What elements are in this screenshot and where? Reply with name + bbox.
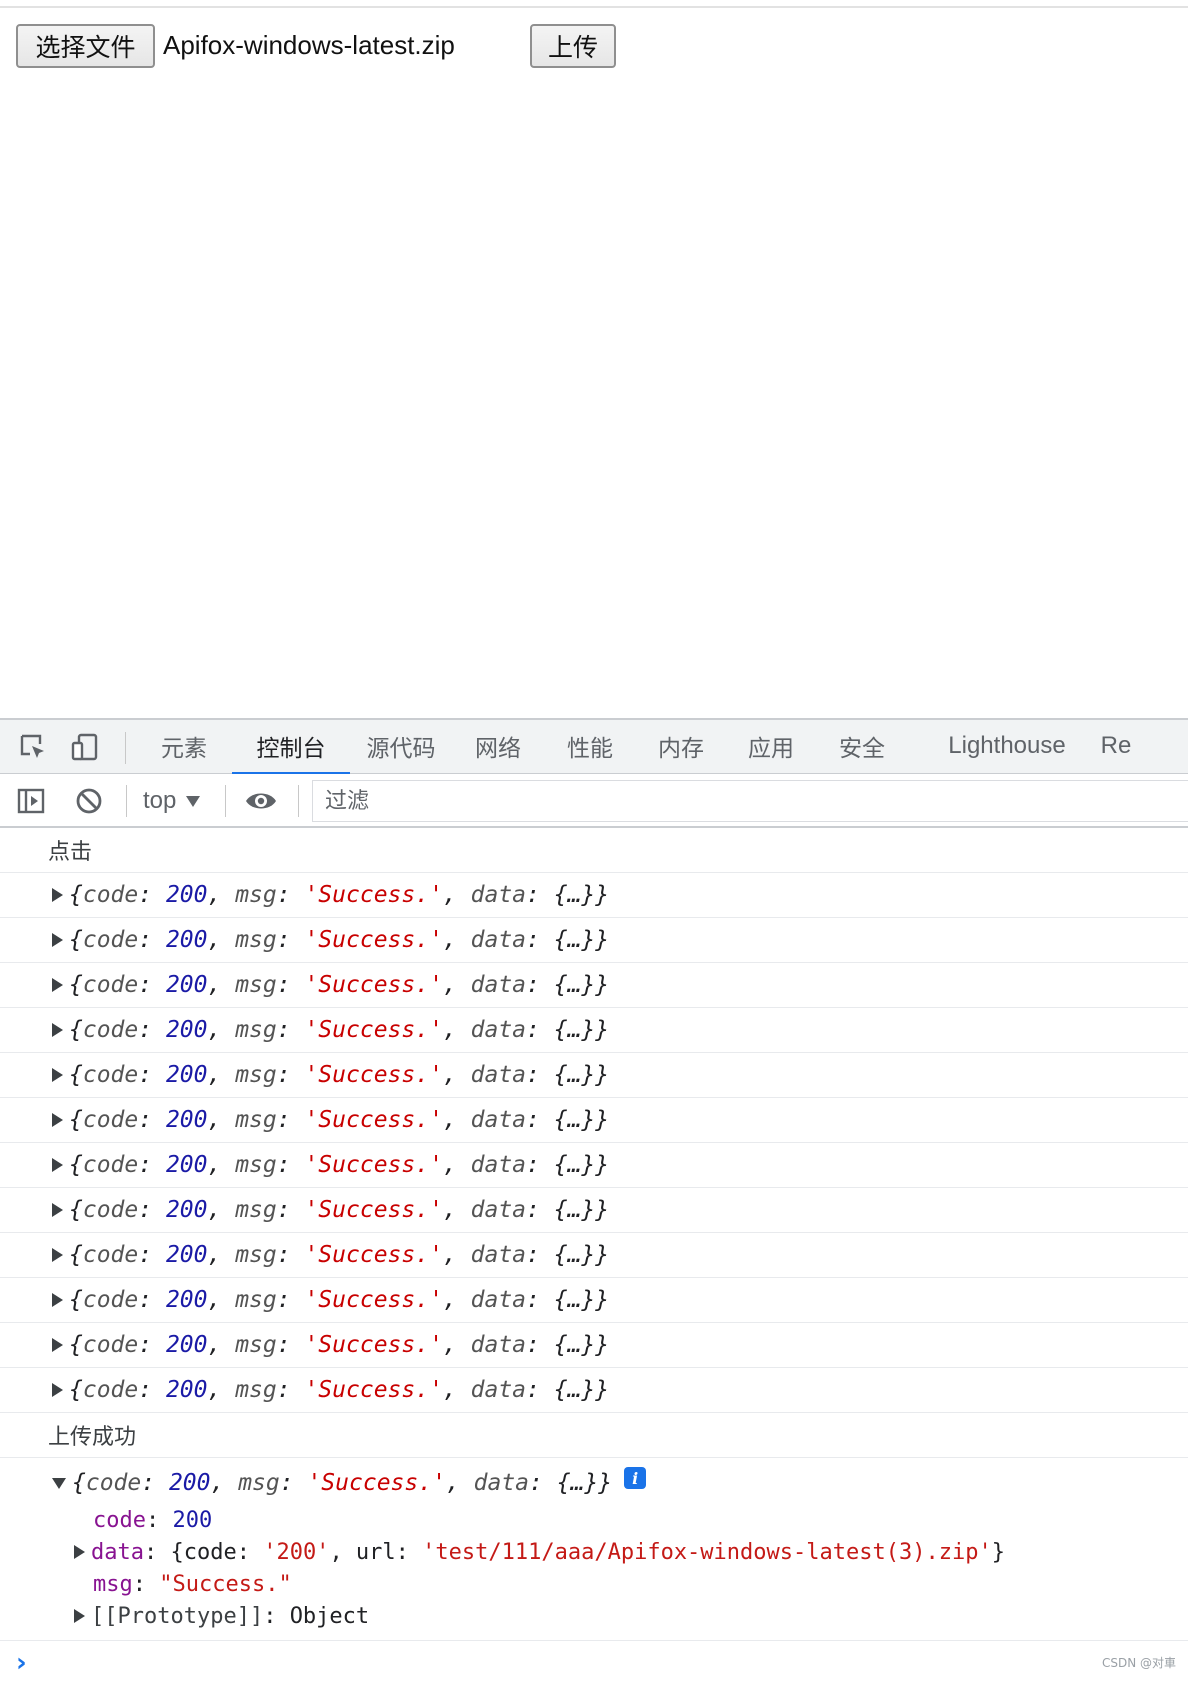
object-preview: {code: 200, msg: 'Success.', data: {…}}: [69, 1107, 610, 1133]
tab-bar-divider: [125, 732, 126, 764]
tab-4[interactable]: 性能: [554, 720, 626, 772]
expand-triangle-icon[interactable]: [52, 888, 63, 902]
web-page: 选择文件 Apifox-windows-latest.zip 上传: [0, 0, 1188, 718]
prompt-chevron-icon: ›: [16, 1648, 27, 1678]
filter-field[interactable]: [312, 780, 1188, 822]
expand-triangle-icon[interactable]: [52, 1383, 63, 1397]
inspect-element-icon[interactable]: [16, 730, 50, 764]
object-summary-row[interactable]: {code: 200, msg: 'Success.', data: {…}} …: [0, 1462, 1188, 1504]
console-object-log[interactable]: {code: 200, msg: 'Success.', data: {…}}: [0, 1008, 1188, 1053]
context-selector[interactable]: top: [143, 786, 201, 816]
object-preview: {code: 200, msg: 'Success.', data: {…}}: [69, 1287, 610, 1313]
expand-triangle-icon[interactable]: [52, 933, 63, 947]
console-prompt[interactable]: ›: [0, 1641, 1188, 1685]
expanded-object-log: {code: 200, msg: 'Success.', data: {…}} …: [0, 1458, 1188, 1641]
console-object-log[interactable]: {code: 200, msg: 'Success.', data: {…}}: [0, 1188, 1188, 1233]
tab-0[interactable]: 元素: [148, 720, 220, 772]
filter-input[interactable]: [323, 787, 1188, 815]
object-preview: {code: 200, msg: 'Success.', data: {…}}: [69, 882, 610, 908]
console-object-log[interactable]: {code: 200, msg: 'Success.', data: {…}}: [0, 1323, 1188, 1368]
console-log-click: 点击: [0, 828, 1188, 873]
console-toolbar: top: [0, 774, 1188, 828]
console-object-log[interactable]: {code: 200, msg: 'Success.', data: {…}}: [0, 1368, 1188, 1413]
expand-triangle-icon[interactable]: [52, 1338, 63, 1352]
object-preview: {code: 200, msg: 'Success.', data: {…}}: [69, 927, 610, 953]
tab-7[interactable]: 安全: [826, 720, 898, 772]
expand-triangle-icon[interactable]: [52, 1203, 63, 1217]
devtools-panel: 元素控制台源代码网络性能内存应用安全 Lighthouse Re top 点击 {c…: [0, 718, 1188, 1679]
expand-triangle-icon[interactable]: [74, 1609, 85, 1623]
object-preview: {code: 200, msg: 'Success.', data: {…}}: [72, 1470, 613, 1496]
object-preview: {code: 200, msg: 'Success.', data: {…}}: [69, 1197, 610, 1223]
console-log-success: 上传成功: [0, 1413, 1188, 1458]
object-preview: {code: 200, msg: 'Success.', data: {…}}: [69, 1332, 610, 1358]
prop-data[interactable]: data: {code: '200', url: 'test/111/aaa/A…: [0, 1536, 1188, 1568]
console-object-log[interactable]: {code: 200, msg: 'Success.', data: {…}}: [0, 873, 1188, 918]
context-selector-value: top: [143, 787, 177, 814]
object-preview: {code: 200, msg: 'Success.', data: {…}}: [69, 972, 610, 998]
expand-triangle-icon[interactable]: [52, 1113, 63, 1127]
tab-3[interactable]: 网络: [462, 720, 534, 772]
expand-triangle-icon[interactable]: [52, 1248, 63, 1262]
expand-triangle-icon[interactable]: [52, 1477, 66, 1489]
object-preview: {code: 200, msg: 'Success.', data: {…}}: [69, 1017, 610, 1043]
live-expression-eye-icon[interactable]: [244, 784, 278, 818]
console-object-log[interactable]: {code: 200, msg: 'Success.', data: {…}}: [0, 963, 1188, 1008]
tab-6[interactable]: 应用: [735, 720, 807, 772]
expand-triangle-icon[interactable]: [52, 1293, 63, 1307]
prop-code: code: 200: [93, 1507, 213, 1533]
tab-1[interactable]: 控制台: [232, 720, 350, 775]
tab-2[interactable]: 源代码: [354, 720, 448, 772]
upload-button[interactable]: 上传: [530, 24, 616, 68]
console-output: 点击 {code: 200, msg: 'Success.', data: {……: [0, 828, 1188, 1685]
expand-triangle-icon[interactable]: [74, 1545, 85, 1559]
devtools-tab-bar: 元素 控制台 源代码 网络 性能 内存 应用 安全 Lighthouse Re: [0, 718, 1188, 775]
expand-triangle-icon[interactable]: [52, 1023, 63, 1037]
console-object-log[interactable]: {code: 200, msg: 'Success.', data: {…}}: [0, 1053, 1188, 1098]
expand-triangle-icon[interactable]: [52, 1068, 63, 1082]
info-icon[interactable]: i: [624, 1467, 647, 1489]
device-toolbar-icon[interactable]: [68, 730, 102, 764]
selected-file-name: Apifox-windows-latest.zip: [163, 30, 455, 60]
log-text: 点击: [48, 840, 93, 865]
toolbar-divider: [225, 785, 226, 817]
toolbar-divider: [126, 785, 127, 817]
tab-9[interactable]: Re: [1096, 720, 1136, 772]
object-preview: {code: 200, msg: 'Success.', data: {…}}: [69, 1377, 610, 1403]
chevron-down-icon: [186, 795, 201, 807]
prop-prototype[interactable]: [[Prototype]]: Object: [0, 1600, 1188, 1632]
prop-msg: msg: "Success.": [93, 1571, 292, 1597]
console-object-log[interactable]: {code: 200, msg: 'Success.', data: {…}}: [0, 1098, 1188, 1143]
log-text: 上传成功: [48, 1425, 137, 1450]
console-object-log[interactable]: {code: 200, msg: 'Success.', data: {…}}: [0, 918, 1188, 963]
watermark: CSDN @对車: [1101, 1656, 1176, 1670]
clear-console-icon[interactable]: [72, 784, 106, 818]
expand-triangle-icon[interactable]: [52, 1158, 63, 1172]
console-object-log[interactable]: {code: 200, msg: 'Success.', data: {…}}: [0, 1233, 1188, 1278]
object-preview: {code: 200, msg: 'Success.', data: {…}}: [69, 1242, 610, 1268]
object-preview: {code: 200, msg: 'Success.', data: {…}}: [69, 1062, 610, 1088]
tab-8[interactable]: Lighthouse: [942, 720, 1072, 772]
sidebar-toggle-icon[interactable]: [14, 784, 48, 818]
object-preview: {code: 200, msg: 'Success.', data: {…}}: [69, 1152, 610, 1178]
tab-5[interactable]: 内存: [645, 720, 717, 772]
expand-triangle-icon[interactable]: [52, 978, 63, 992]
console-object-log[interactable]: {code: 200, msg: 'Success.', data: {…}}: [0, 1143, 1188, 1188]
choose-file-button[interactable]: 选择文件: [16, 24, 155, 68]
console-object-log[interactable]: {code: 200, msg: 'Success.', data: {…}}: [0, 1278, 1188, 1323]
top-divider: [0, 6, 1188, 8]
toolbar-divider: [298, 785, 299, 817]
